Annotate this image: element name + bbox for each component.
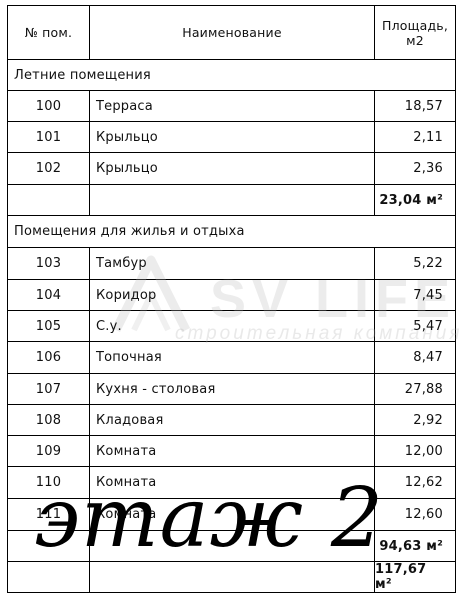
room-number-cell: 101 bbox=[8, 122, 89, 152]
room-name: Крыльцо bbox=[96, 161, 158, 176]
header-room-name-label: Наименование bbox=[182, 25, 282, 40]
section-subtotal-cell: 23,04 м² bbox=[375, 185, 455, 215]
room-name: Комната bbox=[96, 443, 157, 459]
room-area: 2,11 bbox=[413, 129, 443, 145]
room-name: Коридор bbox=[96, 287, 157, 303]
room-name-cell: Кладовая bbox=[90, 405, 374, 435]
room-area: 7,45 bbox=[413, 287, 443, 303]
room-name: Кухня - столовая bbox=[96, 381, 216, 397]
room-area-cell: 18,57 bbox=[375, 91, 455, 121]
room-area: 5,47 bbox=[413, 318, 443, 334]
room-name: Терраса bbox=[96, 98, 153, 114]
room-area: 2,36 bbox=[413, 161, 443, 176]
grand-total: 117,67 м² bbox=[375, 562, 427, 592]
room-number-cell: 108 bbox=[8, 405, 89, 435]
room-area: 12,62 bbox=[404, 475, 443, 490]
room-area: 12,00 bbox=[404, 443, 443, 459]
section-subtotal-cell: 94,63 м² bbox=[375, 531, 455, 561]
header-area: Площадь, м2 bbox=[375, 6, 455, 59]
room-name-cell: Крыльцо bbox=[90, 122, 374, 152]
room-number: 105 bbox=[35, 318, 62, 334]
header-area-unit: м2 bbox=[406, 32, 424, 48]
room-area-cell: 27,88 bbox=[375, 374, 455, 404]
section-title: Помещения для жилья и отдыха bbox=[8, 216, 454, 247]
room-area: 2,92 bbox=[413, 412, 443, 428]
room-number: 101 bbox=[35, 129, 62, 145]
room-number-cell: 103 bbox=[8, 248, 89, 279]
room-area: 12,60 bbox=[404, 507, 443, 522]
room-number-cell: 102 bbox=[8, 153, 89, 184]
room-name-cell: Кухня - столовая bbox=[90, 374, 374, 404]
grand-total-cell: 117,67 м² bbox=[375, 562, 455, 592]
section-subtotal: 94,63 м² bbox=[379, 538, 443, 554]
room-number: 109 bbox=[35, 443, 62, 459]
room-area-cell: 8,47 bbox=[375, 342, 455, 373]
room-name: С.у. bbox=[96, 318, 122, 334]
room-name: Топочная bbox=[96, 350, 162, 365]
room-name-cell: С.у. bbox=[90, 311, 374, 341]
section-subtotal: 23,04 м² bbox=[379, 192, 443, 208]
section-title-text: Помещения для жилья и отдыха bbox=[14, 224, 245, 239]
room-name-cell: Терраса bbox=[90, 91, 374, 121]
room-area-cell: 12,62 bbox=[375, 467, 455, 498]
section-title: Летние помещения bbox=[8, 60, 454, 90]
room-number: 104 bbox=[35, 287, 62, 303]
room-area: 8,47 bbox=[413, 350, 443, 365]
room-name-cell: Крыльцо bbox=[90, 153, 374, 184]
table-border-bottom bbox=[7, 592, 456, 593]
room-area-cell: 5,22 bbox=[375, 248, 455, 279]
room-name-cell: Топочная bbox=[90, 342, 374, 373]
room-number-cell: 100 bbox=[8, 91, 89, 121]
room-area-cell: 5,47 bbox=[375, 311, 455, 341]
room-number: 100 bbox=[35, 98, 62, 114]
room-area-cell: 7,45 bbox=[375, 280, 455, 310]
room-name-cell: Коридор bbox=[90, 280, 374, 310]
room-area: 18,57 bbox=[404, 98, 443, 114]
room-number: 103 bbox=[35, 256, 62, 271]
room-number-cell: 109 bbox=[8, 436, 89, 466]
room-number-cell: 105 bbox=[8, 311, 89, 341]
room-number: 107 bbox=[35, 381, 62, 397]
room-number: 102 bbox=[35, 161, 62, 176]
room-number: 108 bbox=[35, 412, 62, 428]
room-number-cell: 107 bbox=[8, 374, 89, 404]
room-name-cell: Комната bbox=[90, 436, 374, 466]
room-area-cell: 12,00 bbox=[375, 436, 455, 466]
room-name: Кладовая bbox=[96, 412, 164, 428]
header-area-label: Площадь, bbox=[381, 17, 449, 33]
room-name: Тамбур bbox=[96, 256, 147, 271]
room-area-cell: 2,92 bbox=[375, 405, 455, 435]
header-room-number: № пом. bbox=[8, 6, 89, 59]
room-area-table: SV LIFE строительная компания № пом. Наи… bbox=[0, 0, 471, 600]
header-room-name: Наименование bbox=[90, 6, 374, 59]
room-area: 27,88 bbox=[404, 381, 443, 397]
room-area-cell: 2,36 bbox=[375, 153, 455, 184]
room-number: 106 bbox=[35, 350, 62, 365]
room-name-cell: Тамбур bbox=[90, 248, 374, 279]
room-name: Крыльцо bbox=[96, 129, 158, 145]
room-number-cell: 106 bbox=[8, 342, 89, 373]
room-number-cell: 104 bbox=[8, 280, 89, 310]
section-title-text: Летние помещения bbox=[14, 67, 151, 83]
header-room-number-label: № пом. bbox=[24, 25, 73, 40]
room-area-cell: 12,60 bbox=[375, 499, 455, 530]
floor-label: этаж 2 bbox=[34, 471, 385, 566]
room-area: 5,22 bbox=[413, 256, 443, 271]
room-area-cell: 2,11 bbox=[375, 122, 455, 152]
